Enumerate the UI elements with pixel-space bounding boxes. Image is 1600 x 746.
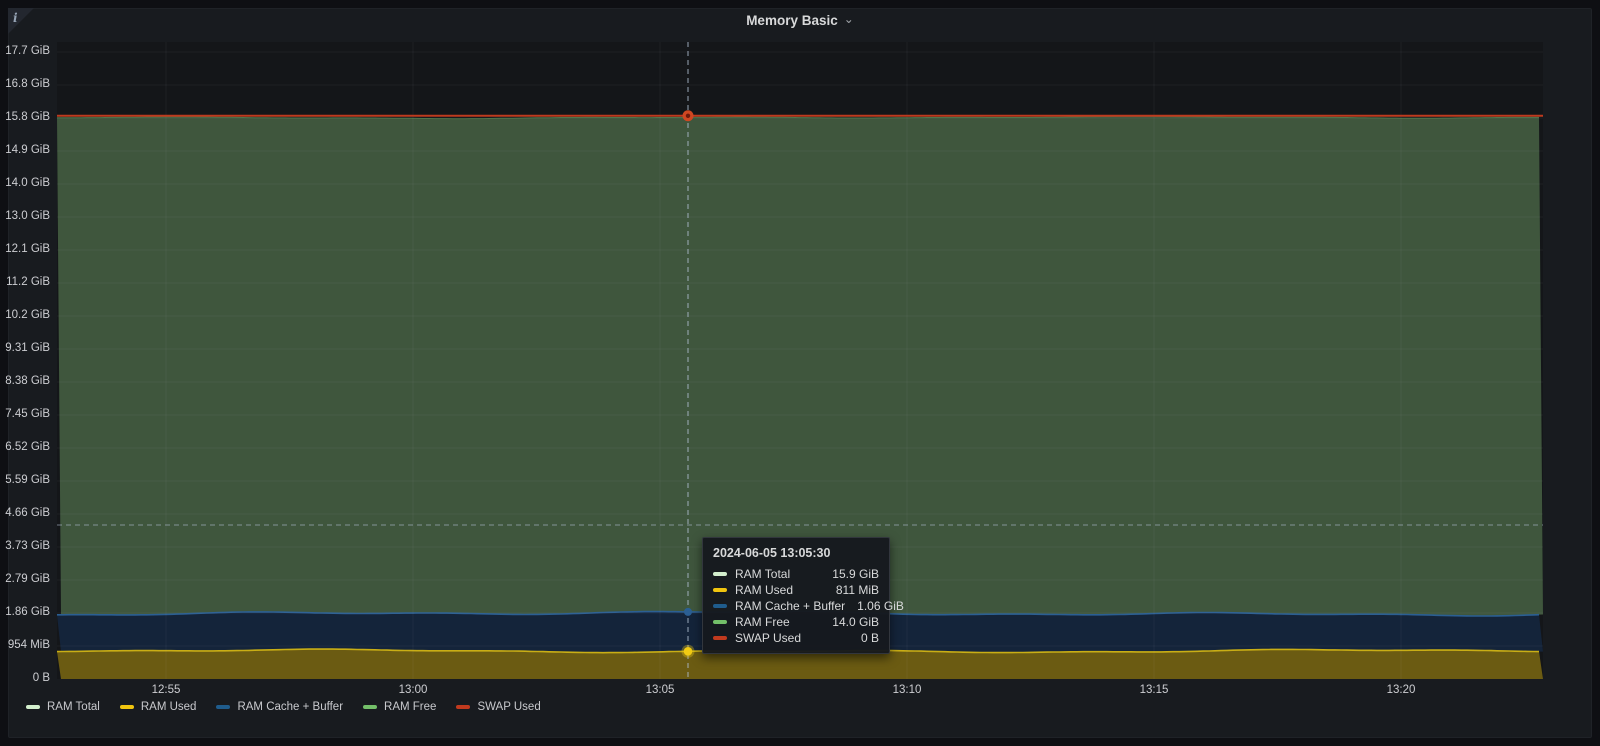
hover-tooltip: 2024-06-05 13:05:30 RAM Total 15.9 GiB R… bbox=[702, 537, 890, 654]
y-axis-tick-label: 14.9 GiB bbox=[0, 144, 50, 157]
legend-label: RAM Used bbox=[141, 701, 197, 713]
y-axis-tick-label: 1.86 GiB bbox=[0, 606, 50, 619]
y-axis-tick-label: 10.2 GiB bbox=[0, 309, 50, 322]
y-axis-tick-label: 4.66 GiB bbox=[0, 507, 50, 520]
x-axis-tick-label: 13:10 bbox=[872, 684, 942, 697]
tooltip-series-value: 14.0 GiB bbox=[820, 615, 879, 629]
y-axis-tick-label: 3.73 GiB bbox=[0, 540, 50, 553]
y-axis-tick-label: 16.8 GiB bbox=[0, 78, 50, 91]
y-axis-tick-label: 13.0 GiB bbox=[0, 210, 50, 223]
panel-header: Memory Basic ⌄ bbox=[0, 12, 1600, 30]
legend-label: RAM Cache + Buffer bbox=[237, 701, 343, 713]
legend-color-swatch bbox=[363, 705, 377, 709]
legend-label: RAM Total bbox=[47, 701, 100, 713]
chart-legend: RAM Total RAM Used RAM Cache + Buffer RA… bbox=[26, 701, 541, 713]
hover-dot-ram-total-center bbox=[686, 114, 690, 118]
tooltip-row: RAM Total 15.9 GiB bbox=[713, 566, 879, 582]
y-axis-tick-label: 11.2 GiB bbox=[0, 276, 50, 289]
tooltip-series-value: 811 MiB bbox=[824, 583, 879, 597]
legend-color-swatch bbox=[456, 705, 470, 709]
legend-item-ram-cache-buffer[interactable]: RAM Cache + Buffer bbox=[216, 701, 343, 713]
legend-item-ram-total[interactable]: RAM Total bbox=[26, 701, 100, 713]
tooltip-series-label: RAM Cache + Buffer bbox=[735, 599, 845, 613]
x-axis-tick-label: 12:55 bbox=[131, 684, 201, 697]
tooltip-series-label: SWAP Used bbox=[735, 631, 801, 645]
y-axis-tick-label: 2.79 GiB bbox=[0, 573, 50, 586]
legend-color-swatch bbox=[216, 705, 230, 709]
y-axis-tick-label: 954 MiB bbox=[0, 639, 50, 652]
tooltip-series-value: 0 B bbox=[849, 631, 879, 645]
tooltip-row: RAM Used 811 MiB bbox=[713, 582, 879, 598]
panel-title: Memory Basic bbox=[746, 13, 838, 28]
x-axis-tick-label: 13:20 bbox=[1366, 684, 1436, 697]
x-axis-tick-label: 13:00 bbox=[378, 684, 448, 697]
series-color-swatch bbox=[713, 636, 727, 640]
panel-info-corner[interactable]: i bbox=[8, 8, 34, 34]
tooltip-row: RAM Cache + Buffer 1.06 GiB bbox=[713, 598, 879, 614]
legend-label: SWAP Used bbox=[477, 701, 540, 713]
x-axis-tick-label: 13:05 bbox=[625, 684, 695, 697]
hover-dot-ram-cache-buffer bbox=[684, 608, 692, 616]
y-axis-tick-label: 6.52 GiB bbox=[0, 441, 50, 454]
info-icon: i bbox=[13, 11, 18, 25]
y-axis-tick-label: 12.1 GiB bbox=[0, 243, 50, 256]
y-axis-tick-label: 0 B bbox=[0, 672, 50, 685]
y-axis-tick-label: 8.38 GiB bbox=[0, 375, 50, 388]
tooltip-series-label: RAM Free bbox=[735, 615, 790, 629]
tooltip-timestamp: 2024-06-05 13:05:30 bbox=[713, 546, 879, 560]
y-axis-tick-label: 7.45 GiB bbox=[0, 408, 50, 421]
legend-item-swap-used[interactable]: SWAP Used bbox=[456, 701, 540, 713]
legend-color-swatch bbox=[26, 705, 40, 709]
legend-item-ram-used[interactable]: RAM Used bbox=[120, 701, 197, 713]
chevron-down-icon: ⌄ bbox=[844, 15, 854, 23]
y-axis-tick-label: 5.59 GiB bbox=[0, 474, 50, 487]
legend-item-ram-free[interactable]: RAM Free bbox=[363, 701, 436, 713]
tooltip-series-value: 1.06 GiB bbox=[845, 599, 904, 613]
panel-title-menu[interactable]: Memory Basic ⌄ bbox=[746, 13, 854, 28]
tooltip-row: SWAP Used 0 B bbox=[713, 630, 879, 646]
y-axis-tick-label: 15.8 GiB bbox=[0, 111, 50, 124]
y-axis-tick-label: 9.31 GiB bbox=[0, 342, 50, 355]
series-color-swatch bbox=[713, 588, 727, 592]
y-axis-tick-label: 17.7 GiB bbox=[0, 45, 50, 58]
hover-dot-ram-used bbox=[684, 647, 693, 656]
tooltip-series-label: RAM Total bbox=[735, 567, 790, 581]
tooltip-row: RAM Free 14.0 GiB bbox=[713, 614, 879, 630]
legend-color-swatch bbox=[120, 705, 134, 709]
x-axis-tick-label: 13:15 bbox=[1119, 684, 1189, 697]
series-color-swatch bbox=[713, 604, 727, 608]
series-color-swatch bbox=[713, 620, 727, 624]
tooltip-series-label: RAM Used bbox=[735, 583, 793, 597]
series-color-swatch bbox=[713, 572, 727, 576]
y-axis-tick-label: 14.0 GiB bbox=[0, 177, 50, 190]
legend-label: RAM Free bbox=[384, 701, 436, 713]
tooltip-series-value: 15.9 GiB bbox=[820, 567, 879, 581]
